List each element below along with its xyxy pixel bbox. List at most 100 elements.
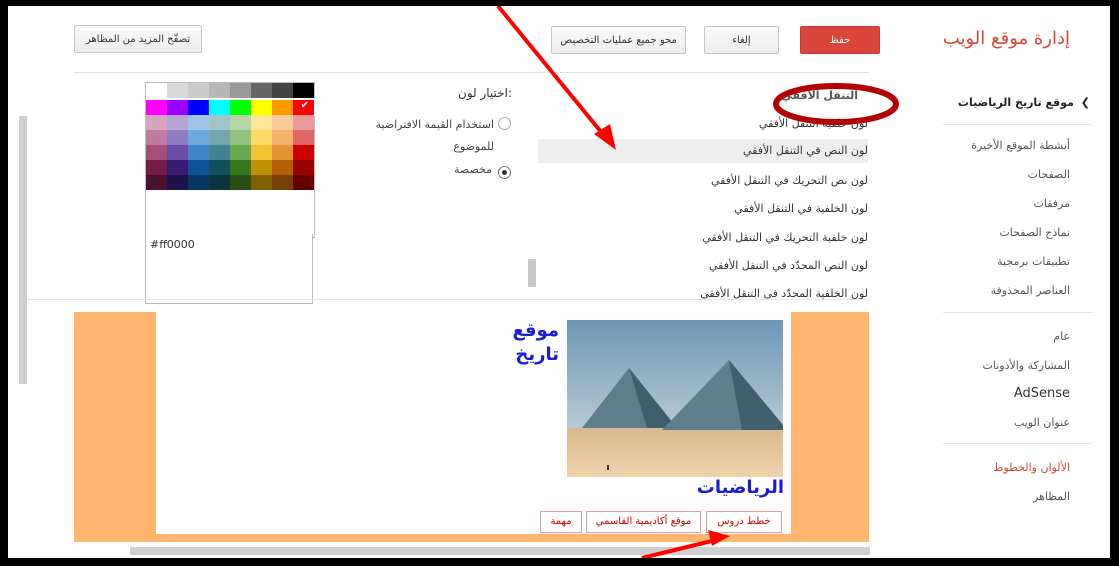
color-swatch[interactable] xyxy=(146,145,167,160)
list-item-nav-selected-bg-color[interactable]: لون الخلفية المحدّد في التنقل الأفقي xyxy=(538,282,868,306)
sidebar-item-apps-scripts[interactable]: تطبيقات برمجية xyxy=(955,255,1110,268)
color-swatch[interactable] xyxy=(230,160,251,175)
sidebar-item-adsense[interactable]: AdSense xyxy=(955,386,1110,401)
pyramids-image xyxy=(567,320,783,477)
color-swatch[interactable] xyxy=(209,130,230,145)
color-swatch[interactable] xyxy=(188,145,209,160)
page-title: إدارة موقع الويب xyxy=(942,28,1070,49)
color-swatch[interactable] xyxy=(293,115,314,130)
checkmark-icon: ✔ xyxy=(300,100,309,111)
color-swatch[interactable] xyxy=(146,160,167,175)
sidebar-item-general[interactable]: عام xyxy=(955,330,1110,343)
color-swatch[interactable] xyxy=(251,100,272,115)
radio-custom[interactable] xyxy=(498,166,511,179)
preview-nav-lesson-plans[interactable]: خطط دروس xyxy=(706,511,782,533)
radio-default[interactable] xyxy=(498,117,511,130)
color-swatch[interactable] xyxy=(251,160,272,175)
color-swatch[interactable] xyxy=(167,175,188,190)
color-swatch[interactable] xyxy=(167,83,188,98)
color-swatch[interactable] xyxy=(146,83,167,98)
color-swatch[interactable] xyxy=(251,115,272,130)
sidebar-item-sharing[interactable]: المشاركة والأذونات xyxy=(955,359,1110,372)
left-scrollbar[interactable] xyxy=(19,116,27,384)
color-swatch[interactable] xyxy=(272,115,293,130)
cancel-button[interactable]: إلغاء xyxy=(704,26,779,54)
color-swatch[interactable] xyxy=(146,100,167,115)
radio-default-label: استخدام القيمة الافتراضية للموضوع xyxy=(375,118,494,153)
color-swatch[interactable] xyxy=(272,100,293,115)
color-swatch[interactable] xyxy=(167,130,188,145)
list-item-nav-bg-color[interactable]: لون خلفية التنقل الأفقي xyxy=(538,112,868,136)
list-item-nav-text-color[interactable]: لون النص في التنقل الأفقي xyxy=(538,139,868,163)
color-swatch[interactable] xyxy=(209,100,230,115)
color-swatch[interactable] xyxy=(272,175,293,190)
color-swatch[interactable] xyxy=(230,100,251,115)
color-swatch[interactable] xyxy=(209,175,230,190)
sidebar-item-deleted-items[interactable]: العناصر المحذوفة xyxy=(955,284,1110,297)
color-swatch[interactable] xyxy=(146,115,167,130)
site-preview: موقع تاريخ الرياضيات xyxy=(74,312,869,542)
color-swatch[interactable] xyxy=(209,145,230,160)
preview-nav-academy-site[interactable]: موقع أكاديمية القاسمي xyxy=(586,511,701,533)
color-swatch-grid: ✔ xyxy=(145,82,315,238)
sidebar-site-name[interactable]: موقع تاريخ الرياضيات ❮ xyxy=(955,96,1110,109)
color-swatch[interactable] xyxy=(251,83,272,98)
color-swatch[interactable] xyxy=(167,160,188,175)
color-swatch[interactable] xyxy=(251,145,272,160)
color-swatch[interactable] xyxy=(230,145,251,160)
preview-title-line2: تاريخ xyxy=(515,344,559,365)
hex-input[interactable]: #ff0000 xyxy=(145,234,313,304)
clear-customizations-button[interactable]: محو جميع عمليات التخصيص xyxy=(551,26,686,54)
sidebar-item-pages[interactable]: الصفحات xyxy=(955,168,1110,181)
color-swatch[interactable] xyxy=(146,175,167,190)
list-item-nav-selected-text-color[interactable]: لون النص المحدّد في التنقل الأفقي xyxy=(538,254,868,278)
preview-title-line1: موقع xyxy=(512,320,559,341)
list-item-nav-hover-text-color[interactable]: لون نص التحريك في التنقل الأفقي xyxy=(538,169,868,193)
browse-themes-button[interactable]: تصفّح المزيد من المظاهر xyxy=(74,25,202,53)
sidebar-item-colors-fonts[interactable]: الألوان والخطوط xyxy=(955,461,1110,474)
save-button[interactable]: حفظ xyxy=(800,26,880,54)
color-swatch[interactable] xyxy=(188,175,209,190)
color-swatch[interactable] xyxy=(272,160,293,175)
color-swatch[interactable] xyxy=(188,115,209,130)
color-swatch[interactable] xyxy=(272,130,293,145)
color-swatch[interactable] xyxy=(293,145,314,160)
color-swatch[interactable] xyxy=(209,115,230,130)
color-swatch[interactable] xyxy=(209,160,230,175)
color-swatch[interactable] xyxy=(167,115,188,130)
radio-custom-label: مخصصة xyxy=(454,163,492,176)
color-swatch[interactable] xyxy=(293,83,314,98)
color-swatch[interactable] xyxy=(146,130,167,145)
color-swatch[interactable] xyxy=(188,130,209,145)
color-swatch[interactable] xyxy=(293,130,314,145)
color-picker-label: اختيار لون: xyxy=(458,86,512,100)
color-swatch[interactable] xyxy=(293,175,314,190)
sidebar-item-web-address[interactable]: عنوان الويب xyxy=(955,416,1110,429)
sidebar-item-themes[interactable]: المظاهر xyxy=(955,490,1110,503)
list-item-nav-hover-bg-color[interactable]: لون خلفية التحريك في التنقل الأفقي xyxy=(538,226,868,250)
color-swatch[interactable] xyxy=(209,83,230,98)
color-swatch[interactable] xyxy=(188,160,209,175)
preview-nav-task[interactable]: مهمة xyxy=(540,511,582,533)
color-swatch[interactable] xyxy=(230,175,251,190)
color-swatch[interactable] xyxy=(251,175,272,190)
sidebar-item-page-templates[interactable]: نماذج الصفحات xyxy=(955,226,1110,239)
color-swatch[interactable] xyxy=(230,130,251,145)
color-swatch[interactable] xyxy=(272,145,293,160)
sidebar-item-recent-activity[interactable]: أنشطة الموقع الأخيرة xyxy=(955,139,1110,152)
color-swatch[interactable] xyxy=(272,83,293,98)
color-swatch[interactable] xyxy=(188,100,209,115)
sidebar-item-attachments[interactable]: مرفقات xyxy=(955,197,1110,210)
color-swatch[interactable] xyxy=(188,83,209,98)
color-swatch[interactable] xyxy=(230,115,251,130)
color-swatch[interactable] xyxy=(293,160,314,175)
app-window: إدارة موقع الويب حفظ إلغاء محو جميع عملي… xyxy=(8,6,1110,558)
color-swatch[interactable]: ✔ xyxy=(292,99,315,116)
color-swatch[interactable] xyxy=(251,130,272,145)
bottom-scrollbar[interactable] xyxy=(130,547,870,555)
list-scrollbar[interactable] xyxy=(528,259,536,287)
color-swatch[interactable] xyxy=(230,83,251,98)
list-item-nav-background-color[interactable]: لون الخلفية في التنقل الأفقي xyxy=(538,197,868,221)
color-swatch[interactable] xyxy=(167,100,188,115)
color-swatch[interactable] xyxy=(167,145,188,160)
